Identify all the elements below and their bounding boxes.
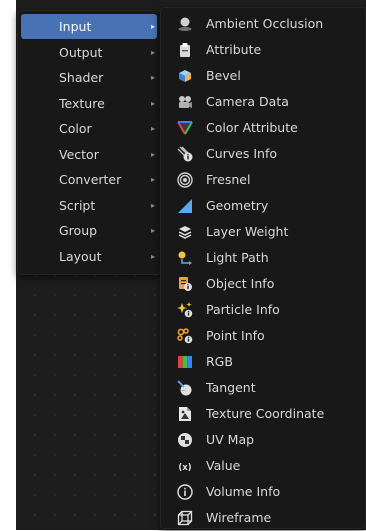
node-item-object-info[interactable]: Object Info <box>164 271 362 297</box>
category-label: Texture <box>59 95 105 111</box>
node-item-curves-info[interactable]: Curves Info <box>164 141 362 167</box>
ambient-occlusion-icon <box>177 16 193 32</box>
point-info-icon <box>177 328 193 344</box>
category-label: Converter <box>59 172 122 187</box>
node-label: Light Path <box>206 250 269 265</box>
category-item-shader[interactable]: Shader ▸ <box>21 65 157 90</box>
node-label: Value <box>206 458 241 473</box>
attribute-icon <box>177 42 193 58</box>
texture-coordinate-icon <box>177 406 193 422</box>
node-label: Object Info <box>206 276 275 291</box>
node-item-texture-coordinate[interactable]: Texture Coordinate <box>164 401 362 427</box>
category-item-texture[interactable]: Texture ▸ <box>21 91 157 116</box>
node-label: Geometry <box>206 198 269 213</box>
category-label: Input <box>59 19 92 34</box>
svg-text:(x): (x) <box>178 463 191 473</box>
uv-map-icon <box>177 432 193 448</box>
category-item-group[interactable]: Group ▸ <box>21 218 157 243</box>
node-item-layer-weight[interactable]: Layer Weight <box>164 219 362 245</box>
geometry-icon <box>177 198 193 214</box>
category-label: Shader <box>59 70 104 85</box>
category-item-layout[interactable]: Layout ▸ <box>21 244 157 269</box>
category-item-output[interactable]: Output ▸ <box>21 40 157 65</box>
node-item-point-info[interactable]: Point Info <box>164 323 362 349</box>
node-label: Wireframe <box>206 510 272 525</box>
node-label: UV Map <box>206 432 255 447</box>
bevel-icon <box>177 68 193 84</box>
node-item-wireframe[interactable]: Wireframe <box>164 505 362 531</box>
tangent-icon <box>177 380 193 396</box>
category-label: Vector <box>59 146 99 162</box>
object-info-icon <box>177 276 193 292</box>
category-label: Color <box>59 121 92 136</box>
submenu-arrow-icon: ▸ <box>150 47 155 57</box>
submenu-arrow-icon: ▸ <box>150 149 155 159</box>
node-label: Attribute <box>206 42 262 57</box>
node-item-volume-info[interactable]: Volume Info <box>164 479 362 505</box>
rgb-icon <box>177 354 193 370</box>
node-label: Ambient Occlusion <box>206 16 324 31</box>
category-label: Output <box>59 44 103 60</box>
node-item-value[interactable]: (x) Value <box>164 453 362 479</box>
input-node-menu: Ambient Occlusion Attribute Bevel Camera… <box>160 7 366 529</box>
node-label: Fresnel <box>206 172 251 187</box>
node-label: Texture Coordinate <box>206 406 325 421</box>
volume-info-icon <box>177 484 193 500</box>
value-icon: (x) <box>177 458 193 474</box>
node-item-particle-info[interactable]: Particle Info <box>164 297 362 323</box>
camera-data-icon <box>177 94 193 110</box>
node-item-ambient-occlusion[interactable]: Ambient Occlusion <box>164 11 362 37</box>
node-item-tangent[interactable]: Tangent <box>164 375 362 401</box>
node-item-uv-map[interactable]: UV Map <box>164 427 362 453</box>
node-label: Camera Data <box>206 94 289 109</box>
node-label: Point Info <box>206 328 265 343</box>
node-label: Volume Info <box>206 484 281 499</box>
color-attribute-icon <box>177 120 193 136</box>
node-label: Color Attribute <box>206 120 298 135</box>
category-item-script[interactable]: Script ▸ <box>21 193 157 218</box>
category-label: Group <box>59 223 98 238</box>
category-label: Layout <box>59 248 102 264</box>
node-item-geometry[interactable]: Geometry <box>164 193 362 219</box>
wireframe-icon <box>177 510 193 526</box>
category-item-input[interactable]: Input ▸ <box>21 14 157 39</box>
node-item-color-attribute[interactable]: Color Attribute <box>164 115 362 141</box>
page-background: Input ▸ Output ▸ Shader ▸ Texture ▸ Colo… <box>0 0 366 530</box>
category-label: Script <box>59 197 96 213</box>
node-label: Bevel <box>206 68 241 83</box>
node-label: Curves Info <box>206 146 278 161</box>
category-item-converter[interactable]: Converter ▸ <box>21 167 157 192</box>
submenu-arrow-icon: ▸ <box>150 124 155 133</box>
node-label: Particle Info <box>206 302 280 317</box>
node-item-attribute[interactable]: Attribute <box>164 37 362 63</box>
node-label: Layer Weight <box>206 224 289 239</box>
submenu-arrow-icon: ▸ <box>150 200 155 210</box>
layer-weight-icon <box>177 224 193 240</box>
node-item-bevel[interactable]: Bevel <box>164 63 362 89</box>
node-item-rgb[interactable]: RGB <box>164 349 362 375</box>
add-node-category-menu: Input ▸ Output ▸ Shader ▸ Texture ▸ Colo… <box>17 10 161 275</box>
node-item-light-path[interactable]: Light Path <box>164 245 362 271</box>
node-item-camera-data[interactable]: Camera Data <box>164 89 362 115</box>
category-item-color[interactable]: Color ▸ <box>21 116 157 141</box>
node-label: Tangent <box>206 380 256 395</box>
fresnel-icon <box>177 172 193 188</box>
submenu-arrow-icon: ▸ <box>150 226 155 235</box>
submenu-arrow-icon: ▸ <box>150 98 155 108</box>
submenu-arrow-icon: ▸ <box>150 175 155 184</box>
light-path-icon <box>177 250 193 266</box>
curves-info-icon <box>177 146 193 162</box>
submenu-arrow-icon: ▸ <box>150 251 155 261</box>
category-item-vector[interactable]: Vector ▸ <box>21 142 157 167</box>
node-label: RGB <box>206 354 233 369</box>
submenu-arrow-icon: ▸ <box>150 22 155 31</box>
node-item-fresnel[interactable]: Fresnel <box>164 167 362 193</box>
particle-info-icon <box>177 302 193 318</box>
submenu-arrow-icon: ▸ <box>150 73 155 82</box>
